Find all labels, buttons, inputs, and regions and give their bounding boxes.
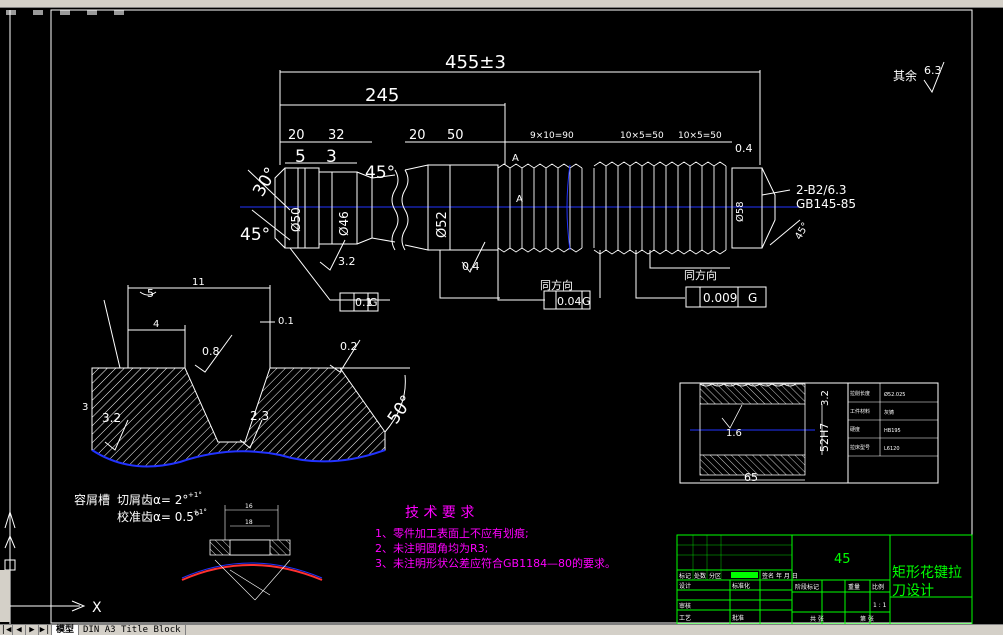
- dim-10x5-a: 10×5=50: [620, 131, 664, 141]
- calib-tooth-angle: 校准齿α= 0.5°: [117, 509, 200, 524]
- tb-cell: 标准化: [732, 582, 750, 590]
- tooth-dim-3: 3: [82, 402, 88, 413]
- dim-5: 5: [295, 147, 306, 167]
- dim-3: 3: [326, 147, 337, 167]
- tol3-value: 0.009: [703, 291, 737, 305]
- tb-cell: 阶段标记: [795, 583, 819, 591]
- tooth-rough-0-2: 0.2: [340, 340, 358, 353]
- dia-46: Ø46: [337, 211, 351, 236]
- param-value: HB195: [884, 428, 901, 434]
- center-hole-standard: GB145-85: [796, 197, 856, 211]
- drawing-title-line2: 刀设计: [892, 583, 934, 599]
- param-value: L6120: [884, 446, 900, 452]
- center-hole-spec: 2-B2/6.3: [796, 183, 847, 197]
- tech-req-item: 1、零件加工表面上不应有划痕;: [375, 526, 529, 540]
- tol3-note: 同方向: [684, 268, 717, 282]
- angle-45-a: 45°: [240, 225, 270, 245]
- section-letter-a2: A: [516, 194, 523, 205]
- dia-52: Ø52: [435, 211, 450, 238]
- tech-req-title: 技 术 要 求: [405, 505, 474, 521]
- tol1-ref: G: [369, 296, 378, 309]
- tol2-ref: G: [582, 295, 591, 308]
- roughness-3-2: 3.2: [338, 255, 356, 268]
- angle-45-c: 45°: [793, 221, 811, 242]
- param-label: 拉床型号: [850, 444, 870, 451]
- dim-10x5-b: 10×5=50: [678, 131, 722, 141]
- tb-label: 标记: [679, 572, 691, 580]
- tb-cell: 比例: [872, 583, 884, 591]
- tb-label: 年 月 日: [776, 572, 798, 580]
- tech-req-item: 3、未注明形状公差应符合GB1184—80的要求。: [375, 556, 616, 570]
- tb-cell: 共 张: [810, 615, 824, 623]
- tb-label: 处数: [694, 572, 706, 580]
- left-scroll-strip[interactable]: [0, 570, 10, 622]
- chip-groove-notes: 容屑槽 切屑齿α= 2° +1° 校准齿α= 0.5° +1°: [74, 491, 207, 524]
- section-letter-a: A: [512, 153, 519, 164]
- param-label: 拉削长度: [850, 390, 870, 397]
- bore-section-view: 52H7 3.2 1.6 65 拉削长度 Ø52.025 工件材料 灰铸 硬度 …: [679, 382, 939, 484]
- drawing-title-line1: 矩形花键拉: [892, 565, 962, 581]
- tooth-rough-3-2: 3.2: [102, 411, 121, 425]
- tooth-dim-0-1: 0.1: [278, 316, 294, 327]
- dia-58: Ø58: [734, 201, 746, 222]
- dim-9x10: 9×10=90: [530, 131, 574, 141]
- tb-cell: 设计: [679, 582, 691, 590]
- tech-req-item: 2、未注明圆角均为R3;: [375, 541, 488, 555]
- tol2-value: 0.04: [557, 295, 582, 308]
- angle-45-b: 45°: [365, 163, 395, 183]
- tb-cell: 批准: [732, 614, 744, 622]
- tooth-rough-0-8: 0.8: [202, 345, 220, 358]
- param-label: 硬度: [850, 426, 860, 433]
- tb-label: 签名: [762, 572, 774, 580]
- drawing-canvas[interactable]: 455±3 245 20 32 5 3 20 50 9×10=90 10×5=5…: [0, 0, 1003, 624]
- dim-50: 50: [447, 128, 464, 143]
- spline-section-view: 16 18: [181, 503, 323, 601]
- angle-30: 30°: [249, 164, 281, 200]
- chip-groove-label: 容屑槽: [74, 492, 110, 507]
- remainder-label: 其余: [893, 68, 917, 83]
- dia-50: Ø50: [289, 207, 303, 232]
- roughness-0-4: 0.4: [462, 260, 480, 273]
- bore-rough-1-6: 1.6: [726, 428, 742, 439]
- tol3-ref: G: [748, 291, 757, 305]
- tooth-angle-50: 50°: [384, 392, 418, 428]
- tb-cell: 重量: [848, 583, 860, 591]
- param-label: 工件材料: [850, 408, 870, 415]
- calib-tooth-tol: +1°: [193, 508, 207, 516]
- title-block: 45 矩形花键拉 刀设计 标记 处数 分区 签名 年 月 日 设计 标准化 阶段…: [676, 534, 973, 624]
- ucs-x-label: X: [92, 600, 102, 616]
- dim-20a: 20: [288, 128, 305, 143]
- bore-dim-52h7: 52H7: [818, 423, 831, 452]
- dim-245: 245: [365, 85, 399, 106]
- cut-tooth-tol: +1°: [188, 491, 202, 499]
- bore-rough-3-2: 3.2: [820, 390, 831, 406]
- tol2-note: 同方向: [540, 278, 573, 292]
- param-value: 灰铸: [884, 409, 894, 416]
- tb-cell: 第 张: [860, 615, 874, 623]
- tb-label: 分区: [709, 572, 721, 580]
- tooth-dim-4: 4: [153, 319, 159, 330]
- dim-0-4: 0.4: [735, 142, 753, 155]
- dim-32: 32: [328, 128, 345, 143]
- cut-tooth-angle: 切屑齿α= 2°: [117, 493, 188, 507]
- material-value: 45: [834, 552, 851, 567]
- layout-tabs-bar: |◀ ◀ ▶ ▶| 模型 DIN A3 Title Block: [0, 624, 1003, 635]
- bore-dim-65: 65: [744, 471, 758, 484]
- tooth-dim-5: 5: [147, 287, 154, 300]
- tb-cell: 工艺: [679, 614, 691, 622]
- technical-requirements: 技 术 要 求 1、零件加工表面上不应有划痕; 2、未注明圆角均为R3; 3、未…: [375, 505, 616, 570]
- dim-20b: 20: [409, 128, 426, 143]
- param-value: Ø52.025: [884, 391, 905, 398]
- section-dim-2: 18: [245, 519, 253, 526]
- tooth-dim-2-3: 2.3: [250, 409, 269, 423]
- tooth-dim-11: 11: [192, 277, 205, 288]
- ucs-icon: [4, 510, 86, 612]
- dim-overall: 455±3: [445, 52, 506, 73]
- tb-cell: 审核: [679, 602, 691, 610]
- tb-scale: 1 : 1: [873, 602, 887, 609]
- section-dim-1: 16: [245, 503, 253, 510]
- remainder-roughness: 6.3: [924, 64, 942, 77]
